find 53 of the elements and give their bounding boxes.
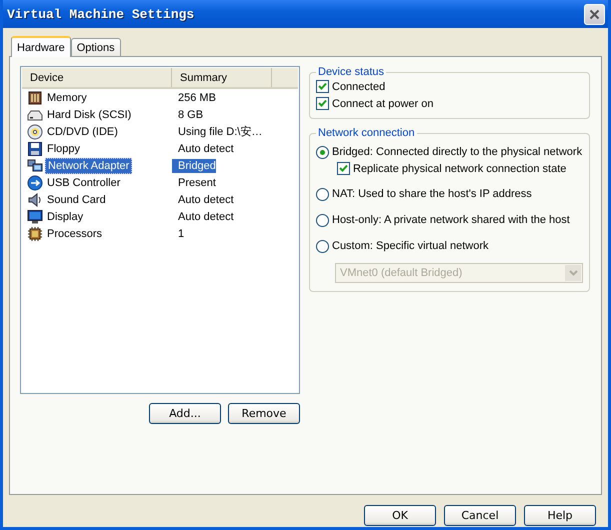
- add-button[interactable]: Add...: [149, 403, 221, 424]
- device-item[interactable]: CD/DVD (IDE): [45, 124, 120, 138]
- column-header[interactable]: Summary: [172, 68, 272, 87]
- checkbox[interactable]: [316, 80, 329, 93]
- radio-label[interactable]: Custom: Specific virtual network: [332, 240, 488, 252]
- device-summary: Auto detect: [177, 192, 234, 206]
- checkbox-label[interactable]: Connected: [332, 80, 386, 92]
- device-summary: 8 GB: [177, 108, 204, 122]
- device-summary: Auto detect: [177, 210, 234, 224]
- cancel-button[interactable]: Cancel: [444, 505, 516, 526]
- device-item[interactable]: Display: [45, 210, 86, 224]
- device-summary: 1: [177, 226, 184, 240]
- radio-button[interactable]: [316, 146, 329, 158]
- remove-button[interactable]: Remove: [228, 403, 300, 424]
- device-item[interactable]: Sound Card: [45, 192, 108, 206]
- column-header[interactable]: Device: [22, 68, 172, 87]
- radio-button[interactable]: [316, 188, 329, 200]
- device-item[interactable]: Processors: [45, 226, 104, 240]
- tab[interactable]: Hardware: [11, 36, 71, 57]
- checkbox[interactable]: [316, 97, 329, 110]
- processor-icon: [27, 226, 43, 242]
- monitor-icon: [27, 208, 43, 224]
- radio-label[interactable]: Bridged: Connected directly to the physical network: [332, 146, 582, 158]
- radio-label[interactable]: Host-only: A private network shared with the host: [332, 214, 570, 226]
- memory-chip-icon: [27, 90, 43, 106]
- ok-button[interactable]: OK: [364, 505, 436, 526]
- radio-button[interactable]: [316, 214, 329, 226]
- radio-label[interactable]: NAT: Used to share the host's IP address: [332, 188, 532, 200]
- device-item[interactable]: Network Adapter: [45, 158, 132, 174]
- close-icon: [589, 8, 600, 20]
- speaker-icon: [27, 192, 43, 208]
- device-summary: Present: [177, 176, 216, 190]
- device-item[interactable]: Floppy: [45, 142, 82, 156]
- network-computer-icon: [27, 158, 43, 174]
- close-button[interactable]: [584, 4, 605, 24]
- disc-icon: [27, 124, 43, 140]
- checkbox-label[interactable]: Connect at power on: [332, 98, 434, 110]
- device-summary: Using file D:\安…: [177, 125, 262, 139]
- tab[interactable]: Options: [70, 38, 121, 56]
- device-summary: Auto detect: [177, 142, 234, 156]
- group-title: Device status: [317, 66, 386, 78]
- group-title: Network connection: [317, 127, 416, 139]
- checkbox-label[interactable]: Replicate physical network connection state: [353, 162, 566, 174]
- radio-button[interactable]: [316, 240, 329, 252]
- usb-icon: [27, 174, 43, 190]
- device-item[interactable]: Hard Disk (SCSI): [45, 108, 134, 122]
- device-item[interactable]: Memory: [45, 90, 89, 104]
- device-item[interactable]: USB Controller: [45, 176, 122, 190]
- window-title: Virtual Machine Settings: [7, 6, 194, 22]
- device-summary: 256 MB: [177, 90, 216, 104]
- checkbox[interactable]: [337, 162, 350, 175]
- help-button[interactable]: Help: [524, 505, 596, 526]
- device-summary: Bridged: [172, 158, 216, 172]
